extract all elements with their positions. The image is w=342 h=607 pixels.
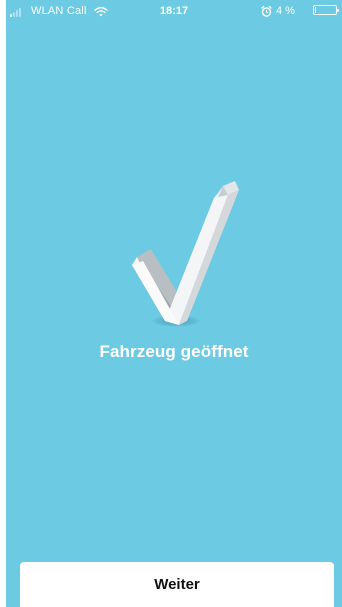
continue-button[interactable]: Weiter — [20, 562, 334, 607]
checkmark-icon — [132, 181, 239, 325]
status-message: Fahrzeug geöffnet — [99, 342, 249, 361]
battery-icon — [313, 5, 339, 15]
status-bar: WLAN Call 18:17 4 % — [6, 0, 342, 22]
battery-level-fill — [315, 7, 316, 13]
alarm-icon — [261, 6, 272, 17]
app-screen: WLAN Call 18:17 4 % Fahrzeug geöffnet We… — [0, 0, 342, 607]
battery-percentage: 4 % — [276, 5, 295, 17]
